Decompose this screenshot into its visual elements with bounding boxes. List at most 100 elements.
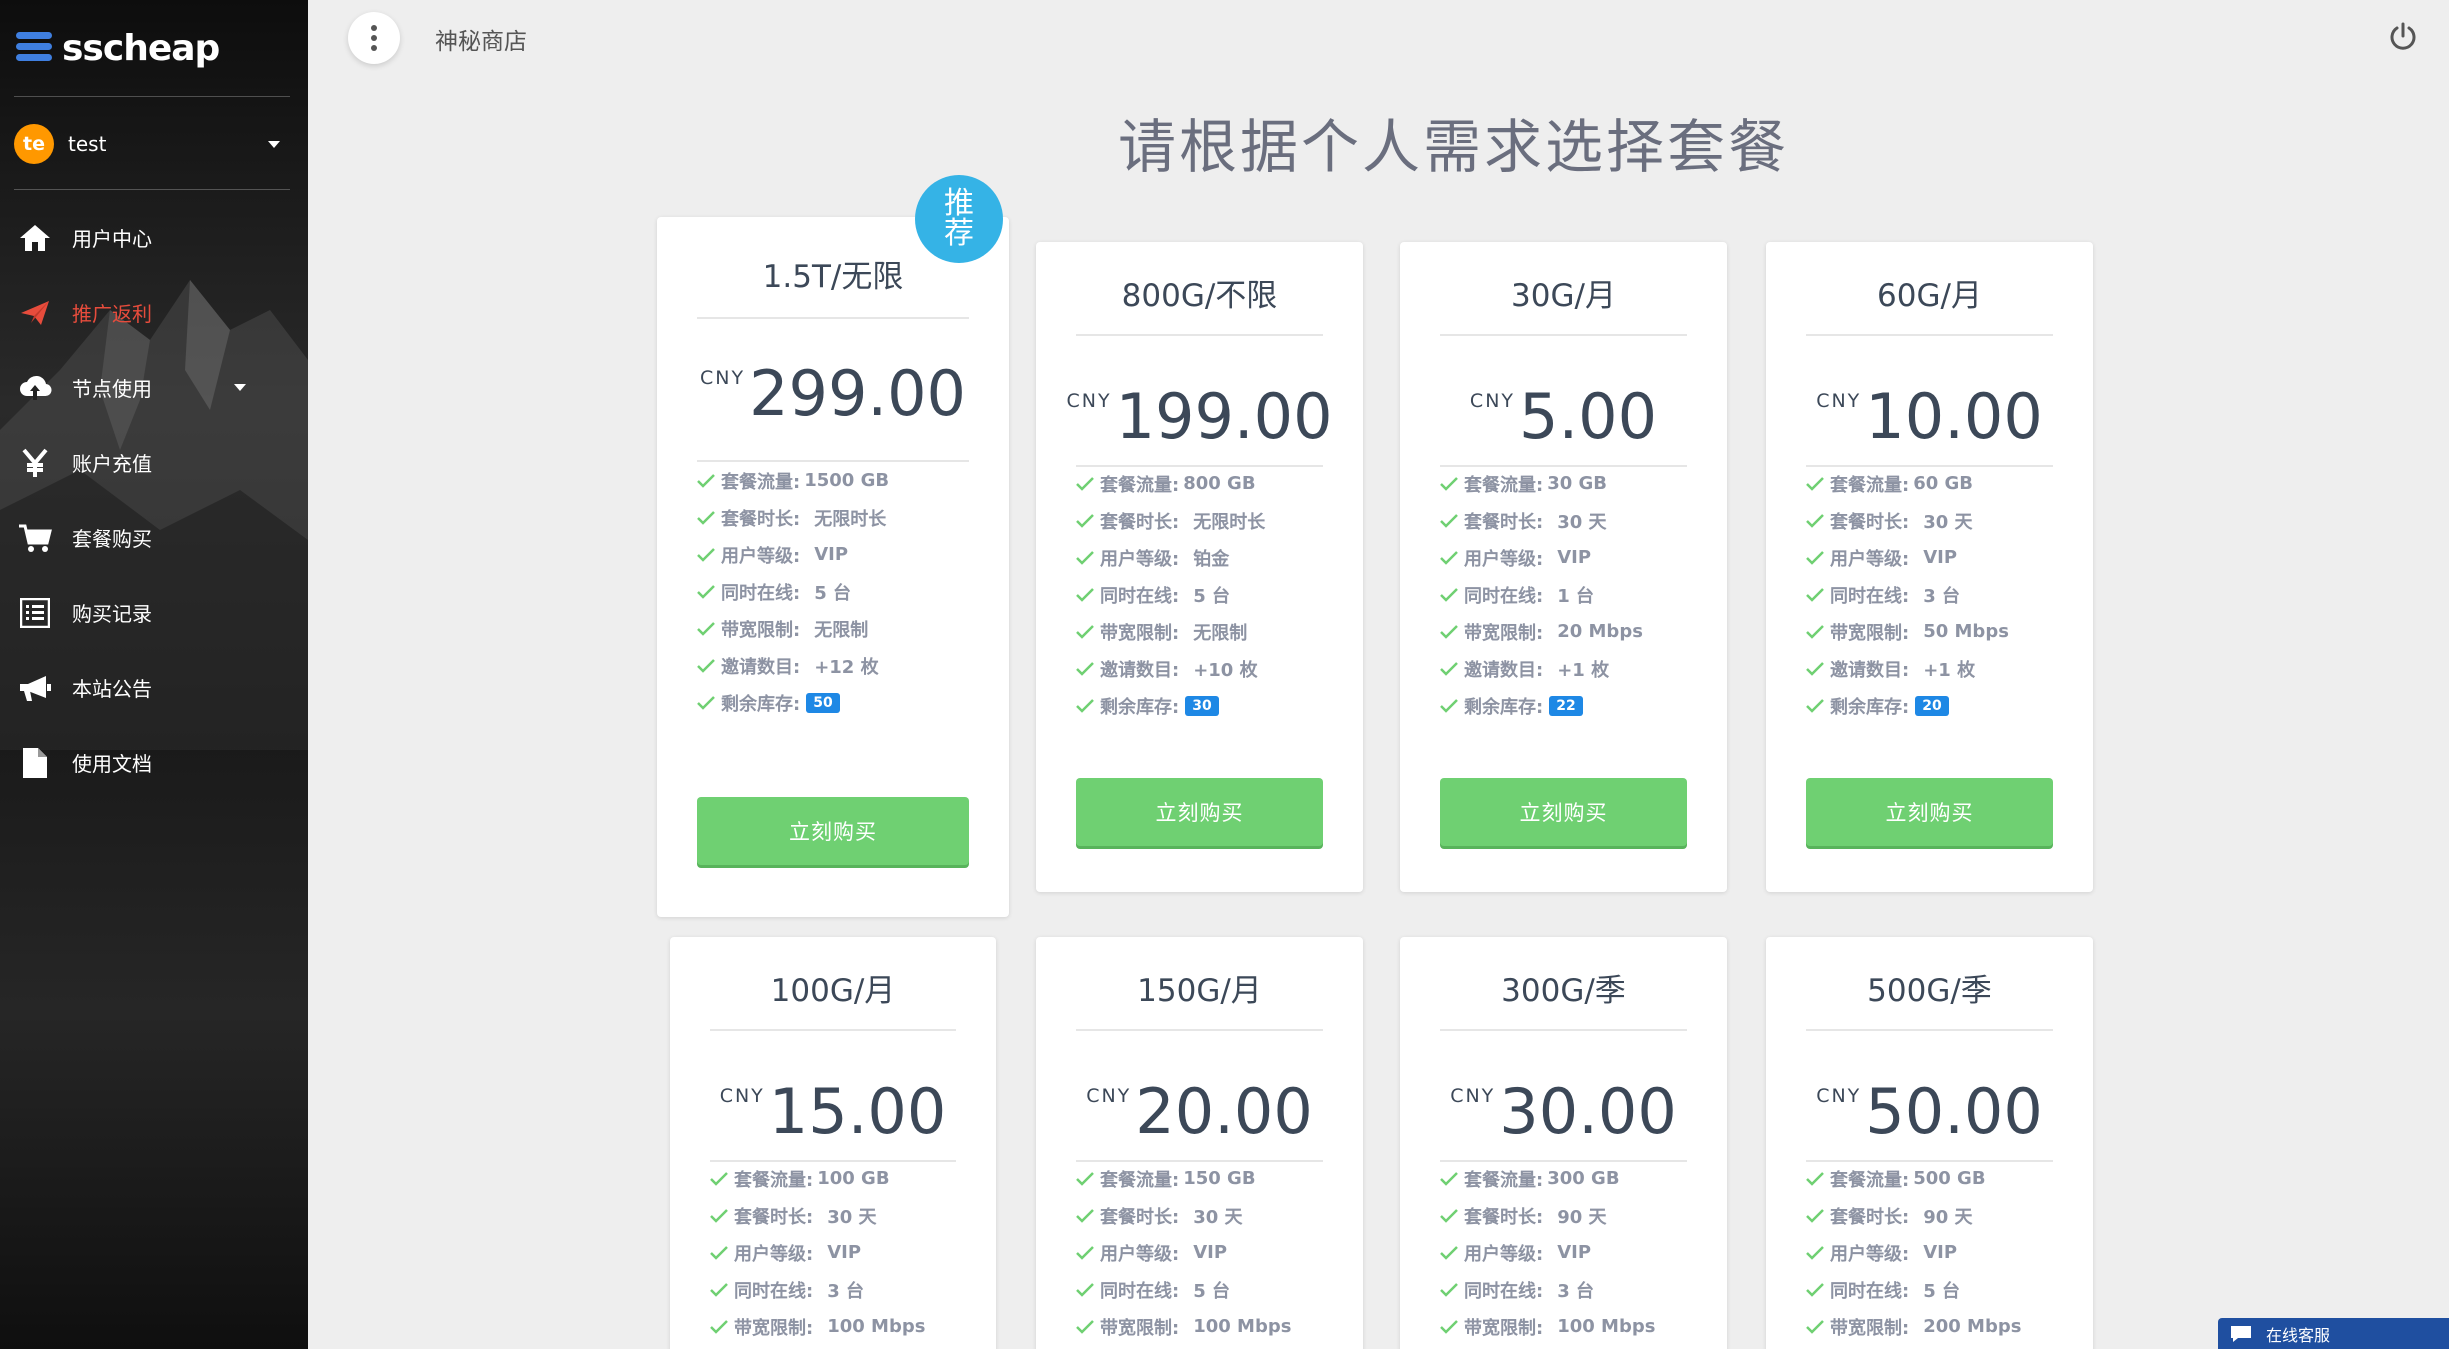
feature-value: 60 GB <box>1913 473 1974 494</box>
plan-card: 300G/季 CNY 30.00 套餐流量: 300 GB 套餐时长: 90 天用户等级: V… <box>1400 937 1727 1349</box>
online-support-button[interactable]: 在线客服 <box>2218 1318 2449 1349</box>
feature-label: 套餐流量: <box>1464 474 1544 496</box>
power-icon[interactable] <box>2386 20 2420 54</box>
feature-label: 邀请数目: <box>1830 659 1910 681</box>
feature-value: 20 Mbps <box>1557 621 1643 642</box>
feature-label: 带宽限制: <box>1100 622 1180 644</box>
list-icon <box>18 596 52 630</box>
feature-list: 套餐流量: 800 GB 套餐时长: 无限时长 用户等级: 铂金 同时在线: 5 台带宽限制:… <box>1076 465 1323 724</box>
feature-value: 5 台 <box>1193 585 1230 607</box>
check-icon <box>1076 476 1094 491</box>
check-icon <box>1806 1208 1824 1223</box>
divider <box>1076 1029 1323 1031</box>
plan-name: 1.5T/无限 <box>762 259 904 295</box>
plan-name: 30G/月 <box>1511 278 1616 314</box>
check-icon <box>697 621 715 636</box>
sidebar-item-docs[interactable]: 使用文档 <box>0 725 308 800</box>
feature-value: 30 天 <box>827 1206 877 1228</box>
check-icon <box>697 695 715 710</box>
feature-label: 带宽限制: <box>734 1317 814 1339</box>
sidebar-item-referral[interactable]: 推广返利 <box>0 275 308 350</box>
feature-value: +12 枚 <box>814 656 879 678</box>
feature-label: 带宽限制: <box>721 619 801 641</box>
recommend-badge: 推 荐 <box>915 175 1003 263</box>
sidebar-item-announcements[interactable]: 本站公告 <box>0 650 308 725</box>
check-icon <box>1806 1319 1824 1334</box>
currency-label: CNY <box>1450 1085 1496 1107</box>
plan-card: 500G/季 CNY 50.00 套餐流量: 500 GB 套餐时长: 90 天用户等级: V… <box>1766 937 2093 1349</box>
plan-card: 60G/月 CNY 10.00 套餐流量: 60 GB 套餐时长: 30 天用户等级: VIP… <box>1766 242 2093 892</box>
feature-label: 带宽限制: <box>1464 1317 1544 1339</box>
feature-level: 用户等级: 铂金 <box>1076 539 1323 576</box>
sidebar-item-recharge[interactable]: 账户充值 <box>0 425 308 500</box>
feature-label: 套餐时长: <box>1464 511 1544 533</box>
buy-now-button[interactable]: 立刻购买 <box>1440 778 1687 846</box>
currency-label: CNY <box>1469 390 1516 412</box>
feature-value: 150 GB <box>1183 1168 1256 1189</box>
dot <box>371 25 377 31</box>
feature-level: 用户等级: VIP <box>710 1234 956 1271</box>
feature-value: 3 台 <box>1557 1280 1594 1302</box>
check-icon <box>1076 661 1094 676</box>
feature-online: 同时在线: 5 台 <box>1076 576 1323 613</box>
plan-price: CNY 199.00 <box>1066 380 1332 465</box>
feature-label: 用户等级: <box>1830 1243 1910 1265</box>
feature-online: 同时在线: 1 台 <box>1440 576 1687 613</box>
sidebar-item-purchase-history[interactable]: 购买记录 <box>0 575 308 650</box>
feature-label: 邀请数目: <box>1100 659 1180 681</box>
feature-duration: 套餐时长: 90 天 <box>1440 1197 1687 1234</box>
feature-traffic: 套餐流量: 30 GB <box>1440 465 1687 502</box>
feature-value: 3 台 <box>827 1280 864 1302</box>
buy-now-button[interactable]: 立刻购买 <box>697 797 969 865</box>
check-icon <box>697 547 715 562</box>
sidebar-item-node-usage[interactable]: 节点使用 <box>0 350 308 425</box>
plan-name: 60G/月 <box>1877 278 1982 314</box>
feature-value: 100 Mbps <box>1557 1316 1656 1337</box>
feature-label: 用户等级: <box>1100 548 1180 570</box>
more-options-button[interactable] <box>348 12 400 64</box>
sidebar-item-purchase-plan[interactable]: 套餐购买 <box>0 500 308 575</box>
feature-label: 带宽限制: <box>1830 1317 1910 1339</box>
stock-badge: 50 <box>806 692 840 713</box>
buy-now-button[interactable]: 立刻购买 <box>1806 778 2053 846</box>
feature-label: 同时在线: <box>734 1280 814 1302</box>
feature-invites: 邀请数目: +10 枚 <box>1076 650 1323 687</box>
stock-badge: 30 <box>1185 695 1219 716</box>
check-icon <box>1440 1245 1458 1260</box>
feature-traffic: 套餐流量: 1500 GB <box>697 462 969 499</box>
feature-label: 同时在线: <box>1100 1280 1180 1302</box>
sidebar-item-user-center[interactable]: 用户中心 <box>0 200 308 275</box>
check-icon <box>1440 1208 1458 1223</box>
feature-label: 套餐时长: <box>721 508 801 530</box>
buy-now-button[interactable]: 立刻购买 <box>1076 778 1323 846</box>
price-amount: 299.00 <box>749 357 967 430</box>
feature-value: 500 GB <box>1913 1168 1986 1189</box>
currency-label: CNY <box>1816 390 1862 412</box>
check-icon <box>1076 1245 1094 1260</box>
feature-value: 30 天 <box>1923 511 1973 533</box>
feature-value: 50 Mbps <box>1923 621 2009 642</box>
feature-label: 套餐时长: <box>1100 1206 1180 1228</box>
feature-value: 1 台 <box>1557 585 1594 607</box>
sidebar-item-label: 使用文档 <box>72 752 152 776</box>
feature-value: VIP <box>1557 547 1592 568</box>
yen-icon <box>18 446 52 480</box>
feature-bandwidth: 带宽限制: 无限制 <box>1076 613 1323 650</box>
sidebar-item-label: 推广返利 <box>72 302 152 326</box>
feature-label: 同时在线: <box>1830 585 1910 607</box>
feature-label: 用户等级: <box>1464 1243 1544 1265</box>
dot <box>371 45 377 51</box>
feature-stock: 剩余库存: 20 <box>1806 687 2053 724</box>
page-title: 神秘商店 <box>435 29 527 55</box>
feature-traffic: 套餐流量: 500 GB <box>1806 1160 2053 1197</box>
feature-value: 5 台 <box>1923 1280 1960 1302</box>
feature-level: 用户等级: VIP <box>1440 539 1687 576</box>
plan-price: CNY 10.00 <box>1806 380 2053 465</box>
feature-level: 用户等级: VIP <box>697 536 969 573</box>
plan-price: CNY 5.00 <box>1440 380 1687 465</box>
divider <box>14 189 290 190</box>
logo[interactable]: sscheap <box>16 18 220 78</box>
feature-duration: 套餐时长: 30 天 <box>1806 502 2053 539</box>
feature-value: 无限制 <box>1193 622 1248 644</box>
check-icon <box>710 1319 728 1334</box>
